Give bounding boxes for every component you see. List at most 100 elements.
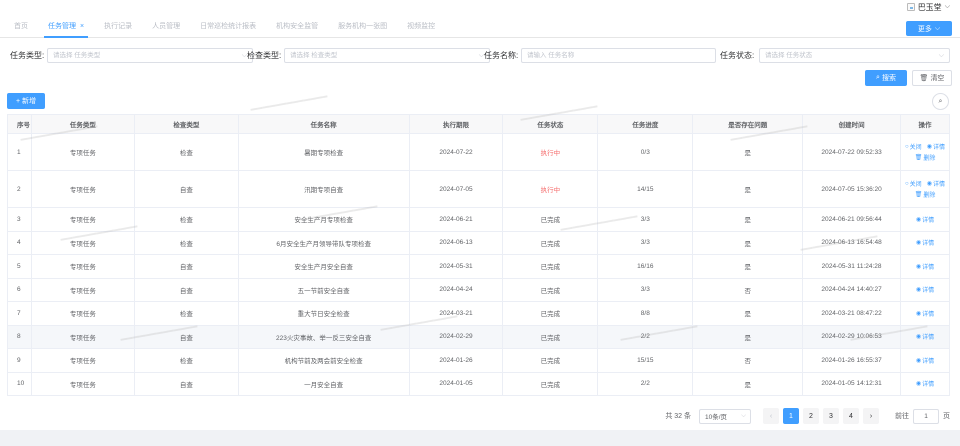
- eye-icon: ◉: [915, 240, 922, 247]
- tab-label: 执行记录: [104, 23, 133, 30]
- tab-item[interactable]: 机构安全监管: [266, 14, 328, 38]
- op-link[interactable]: ◉ 详情: [927, 179, 945, 188]
- goto-label: 前往: [895, 413, 909, 420]
- table-cell-progress: 3/3: [598, 231, 694, 254]
- page-button[interactable]: 2: [803, 408, 819, 424]
- task-status-select[interactable]: 请选择 任务状态 ⌵: [759, 48, 950, 63]
- op-link[interactable]: ◉ 详情: [916, 238, 934, 247]
- check-type-select[interactable]: 请选择 检查类型 ⌵: [284, 48, 490, 63]
- tab-item[interactable]: 视频监控: [397, 14, 445, 38]
- table-cell-no: 7: [8, 302, 32, 325]
- eye-icon: ◉: [915, 287, 922, 294]
- tab-label: 机构安全监管: [276, 23, 319, 30]
- table-cell-check-type: 检查: [135, 349, 239, 372]
- op-link[interactable]: ◉ 详情: [916, 356, 934, 365]
- more-button[interactable]: 更多 ⌵: [906, 21, 952, 36]
- pagination: 共 32 条 10条/页 ⌵ ‹ 1234 › 前往 1 页: [665, 408, 950, 424]
- table-cell-status: 已完成: [503, 372, 599, 395]
- table-cell-status: 已完成: [503, 278, 599, 301]
- op-link[interactable]: ◉ 详情: [916, 215, 934, 224]
- table-cell-task-type: 专项任务: [32, 302, 135, 325]
- table-cell-ops: ◉ 详情: [901, 302, 950, 325]
- table-cell-deadline: 2024-02-29: [410, 325, 504, 348]
- op-label: 详情: [922, 241, 935, 248]
- table-cell-created: 2024-07-05 15:36:20: [803, 171, 902, 207]
- goto-suffix: 页: [943, 413, 950, 420]
- tab-label: 任务管理: [48, 23, 76, 30]
- table-cell-no: 3: [8, 208, 32, 231]
- table-cell-no: 2: [8, 171, 32, 207]
- page-button[interactable]: 1: [783, 408, 799, 424]
- add-button[interactable]: + 新增: [7, 93, 45, 109]
- trash-icon: 🗑: [914, 192, 923, 198]
- table-row[interactable]: 6 专项任务 自查 五一节前安全自查 2024-04-24 已完成 3/3 否 2024-04-…: [8, 278, 950, 302]
- close-icon[interactable]: ×: [80, 23, 84, 30]
- table-row[interactable]: 8 专项任务 自查 223火灾事故、举一反三安全自查 2024-02-29 已完成 2/2 是…: [8, 325, 950, 349]
- table-cell-name: 汛期专项自查: [239, 171, 410, 207]
- table-row[interactable]: 9 专项任务 检查 机构节前及两会前安全检查 2024-01-26 已完成 15/15 否 20…: [8, 349, 950, 373]
- op-link[interactable]: ◉ 详情: [916, 309, 934, 318]
- task-status-placeholder: 请选择 任务状态: [765, 52, 813, 59]
- op-link[interactable]: 🗑 删除: [915, 190, 936, 199]
- tab-item[interactable]: 任务管理 ×: [38, 14, 94, 38]
- table-cell-status: 已完成: [503, 325, 599, 348]
- table-cell-progress: 3/3: [598, 278, 694, 301]
- table-cell-name: 223火灾事故、举一反三安全自查: [239, 325, 410, 348]
- table-cell-created: 2024-06-13 16:54:48: [803, 231, 902, 254]
- table-cell-problem: 是: [693, 231, 804, 254]
- table-row[interactable]: 3 专项任务 检查 安全生产月专项检查 2024-06-21 已完成 3/3 是 2024-06…: [8, 208, 950, 232]
- op-link[interactable]: 🗑 删除: [915, 153, 936, 162]
- op-link[interactable]: ◉ 详情: [916, 332, 934, 341]
- page-button[interactable]: 3: [823, 408, 839, 424]
- op-link[interactable]: ◉ 详情: [916, 379, 934, 388]
- page-size-select[interactable]: 10条/页 ⌵: [699, 408, 751, 424]
- table-row[interactable]: 2 专项任务 自查 汛期专项自查 2024-07-05 执行中 14/15 是 2024-07-…: [8, 171, 950, 208]
- tab-item[interactable]: 首页: [4, 14, 38, 38]
- user-menu[interactable]: 巴玉堂 ⌵: [906, 2, 950, 12]
- tab-item[interactable]: 服务机构一张图: [328, 14, 397, 38]
- task-status-label: 任务状态:: [720, 51, 755, 60]
- op-link[interactable]: ○ 关闭: [905, 179, 922, 189]
- op-link[interactable]: ◉ 详情: [916, 262, 934, 271]
- task-type-select[interactable]: 请选择 任务类型 ⌵: [47, 48, 253, 63]
- tab-item[interactable]: 执行记录: [94, 14, 142, 38]
- table-row[interactable]: 5 专项任务 自查 安全生产月安全自查 2024-05-31 已完成 16/16 是 2024-…: [8, 255, 950, 279]
- task-type-label: 任务类型:: [10, 51, 45, 60]
- table-cell-name: 安全生产月安全自查: [239, 255, 410, 278]
- table-row[interactable]: 7 专项任务 检查 重大节日安全检查 2024-03-21 已完成 8/8 是 2024-03-…: [8, 302, 950, 326]
- table-cell-task-type: 专项任务: [32, 255, 135, 278]
- plus-icon: +: [15, 97, 21, 105]
- op-link[interactable]: ◉ 详情: [927, 142, 945, 151]
- table-cell-deadline: 2024-06-21: [410, 208, 504, 231]
- table-cell-name: 一月安全自查: [239, 372, 410, 395]
- goto-input[interactable]: 1: [913, 408, 939, 424]
- task-name-input[interactable]: 请输入 任务名称: [521, 48, 716, 63]
- table-row[interactable]: 10 专项任务 自查 一月安全自查 2024-01-05 已完成 2/2 是 2024-01-0…: [8, 372, 950, 396]
- table-row[interactable]: 4 专项任务 检查 6月安全生产月领导带队专项检查 2024-06-13 已完成 3/3 是 2…: [8, 231, 950, 255]
- table-cell-problem: 是: [693, 372, 804, 395]
- table-cell-no: 8: [8, 325, 32, 348]
- reset-button[interactable]: 🗑 清空: [912, 70, 952, 86]
- page-button[interactable]: 4: [843, 408, 859, 424]
- toggle-search-button[interactable]: ⌕: [932, 93, 949, 110]
- table-cell-name: 暑期专项检查: [239, 134, 410, 170]
- filter-bar: 任务类型: 请选择 任务类型 ⌵ 检查类型: 请选择 检查类型 ⌵ 任务名称: …: [10, 48, 950, 63]
- search-button[interactable]: ⌕ 搜索: [865, 70, 907, 86]
- table-cell-problem: 是: [693, 255, 804, 278]
- table-row[interactable]: 1 专项任务 检查 暑期专项检查 2024-07-22 执行中 0/3 是 2024-07-22…: [8, 134, 950, 171]
- table-cell-check-type: 自查: [135, 278, 239, 301]
- op-link[interactable]: ○ 关闭: [905, 142, 922, 152]
- tab-label: 首页: [14, 23, 28, 30]
- eye-icon: ◉: [915, 310, 922, 317]
- table-cell-name: 五一节前安全自查: [239, 278, 410, 301]
- table-cell-ops: ◉ 详情: [901, 325, 950, 348]
- op-link[interactable]: ◉ 详情: [916, 285, 934, 294]
- tab-item[interactable]: 日常巡检统计报表: [190, 14, 266, 38]
- chevron-down-icon: ⌵: [944, 3, 950, 10]
- search-button-label: 搜索: [881, 75, 896, 82]
- tab-item[interactable]: 人员管理: [142, 14, 190, 38]
- close-circle-icon: ○: [905, 143, 909, 150]
- table-cell-created: 2024-05-31 11:24:28: [803, 255, 902, 278]
- next-page-button[interactable]: ›: [863, 408, 879, 424]
- prev-page-button[interactable]: ‹: [763, 408, 779, 424]
